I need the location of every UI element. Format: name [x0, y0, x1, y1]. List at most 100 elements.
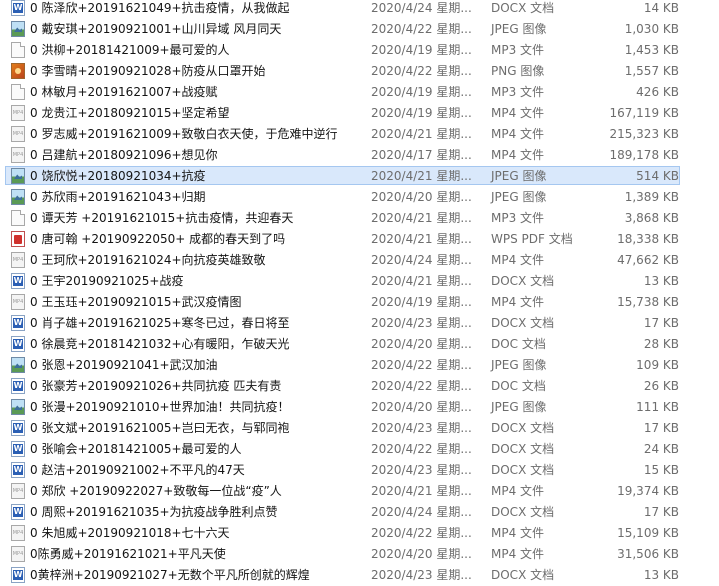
mp3-icon — [11, 210, 25, 226]
file-date-modified: 2020/4/23 星期... — [371, 316, 472, 330]
file-name: 0 苏欣雨+20191621043+归期 — [30, 190, 206, 204]
file-size: 19,374 KB — [617, 484, 679, 498]
file-date-modified: 2020/4/17 星期... — [371, 148, 472, 162]
file-size: 17 KB — [643, 316, 679, 330]
file-row[interactable]: 0陈勇威+20191621021+平凡天使 2020/4/20 星期... MP4 … — [0, 544, 719, 565]
file-size: 26 KB — [643, 379, 679, 393]
file-size: 514 KB — [636, 169, 679, 183]
jpeg-icon — [11, 399, 25, 415]
file-row[interactable]: 0 吕建航+20180921096+想见你 2020/4/17 星期... MP4 … — [0, 145, 719, 166]
file-name: 0 吕建航+20180921096+想见你 — [30, 148, 218, 162]
file-row[interactable]: 0 徐晨竞+20181421032+心有暖阳，乍破天光 2020/4/20 星期.… — [0, 334, 719, 355]
mp3-icon — [11, 42, 25, 58]
file-name: 0 洪柳+20181421009+最可爱的人 — [30, 43, 230, 57]
file-row[interactable]: 0 谭天芳 +20191621015+抗击疫情，共迎春天 2020/4/21 星期… — [0, 208, 719, 229]
file-row[interactable]: 0 王玉珏+20190921015+武汉疫情图 2020/4/19 星期... MP… — [0, 292, 719, 313]
file-size: 215,323 KB — [609, 127, 679, 141]
file-size: 1,453 KB — [624, 43, 679, 57]
file-name: 0 林敏月+20191621007+战疫赋 — [30, 85, 218, 99]
file-date-modified: 2020/4/22 星期... — [371, 358, 472, 372]
file-size: 15,738 KB — [617, 295, 679, 309]
file-row[interactable]: 0 林敏月+20191621007+战疫赋 2020/4/19 星期... MP3 … — [0, 82, 719, 103]
file-date-modified: 2020/4/23 星期... — [371, 421, 472, 435]
file-row[interactable]: 0 张恩+20190921041+武汉加油 2020/4/22 星期... JPEG… — [0, 355, 719, 376]
file-size: 111 KB — [636, 400, 679, 414]
mp4-icon — [11, 147, 25, 163]
file-type: DOCX 文档 — [491, 505, 555, 519]
file-size: 15,109 KB — [617, 526, 679, 540]
file-size: 13 KB — [643, 568, 679, 582]
file-size: 18,338 KB — [617, 232, 679, 246]
file-row[interactable]: 0 李雪晴+20190921028+防疫从口罩开始 2020/4/22 星期...… — [0, 61, 719, 82]
file-size: 17 KB — [643, 505, 679, 519]
file-row[interactable]: 0黄梓洲+20190921027+无数个平凡所创就的辉煌 2020/4/23 星期… — [0, 565, 719, 586]
file-name: 0 龙贵江+20180921015+坚定希望 — [30, 106, 230, 120]
file-name: 0 张豪芳+20190921026+共同抗疫 匹夫有责 — [30, 379, 282, 393]
docx-icon — [11, 462, 25, 478]
file-type: DOCX 文档 — [491, 442, 555, 456]
file-row[interactable]: 0 张豪芳+20190921026+共同抗疫 匹夫有责 2020/4/22 星期.… — [0, 376, 719, 397]
file-row[interactable]: 0 王珂欣+20191621024+向抗疫英雄致敬 2020/4/24 星期...… — [0, 250, 719, 271]
pdf-icon — [11, 231, 25, 247]
file-row[interactable]: 0 朱旭威+20190921018+七十六天 2020/4/22 星期... MP4… — [0, 523, 719, 544]
file-name: 0 王玉珏+20190921015+武汉疫情图 — [30, 295, 242, 309]
file-type: WPS PDF 文档 — [491, 232, 573, 246]
file-row[interactable]: 0 赵洁+20190921002+不平凡的47天 2020/4/23 星期... D… — [0, 460, 719, 481]
file-date-modified: 2020/4/23 星期... — [371, 568, 472, 582]
file-row[interactable]: 0 张文斌+20191621005+岂曰无衣，与郓同袍 2020/4/23 星期.… — [0, 418, 719, 439]
file-size: 28 KB — [643, 337, 679, 351]
file-row[interactable]: 0 陈泽欣+20191621049+抗击疫情，从我做起 2020/4/24 星期.… — [0, 0, 719, 19]
file-type: MP4 文件 — [491, 127, 545, 141]
file-row[interactable]: 0 饶欣悦+20180921034+抗疫 2020/4/21 星期... JPEG … — [0, 166, 719, 187]
file-name: 0 王珂欣+20191621024+向抗疫英雄致敬 — [30, 253, 266, 267]
file-row[interactable]: 0 张喻会+20181421005+最可爱的人 2020/4/22 星期... DO… — [0, 439, 719, 460]
file-size: 17 KB — [643, 421, 679, 435]
file-type: PNG 图像 — [491, 64, 545, 78]
file-row[interactable]: 0 罗志威+20191621009+致敬白衣天使，于危难中逆行 2020/4/21… — [0, 124, 719, 145]
file-type: DOCX 文档 — [491, 421, 555, 435]
file-name: 0 朱旭威+20190921018+七十六天 — [30, 526, 230, 540]
file-date-modified: 2020/4/22 星期... — [371, 442, 472, 456]
jpeg-icon — [11, 189, 25, 205]
file-type: DOCX 文档 — [491, 463, 555, 477]
file-type: MP3 文件 — [491, 85, 545, 99]
jpeg-icon — [11, 21, 25, 37]
file-name: 0 徐晨竞+20181421032+心有暖阳，乍破天光 — [30, 337, 290, 351]
jpeg-icon — [11, 168, 25, 184]
file-row[interactable]: 0 王宇20190921025+战疫 2020/4/21 星期... DOCX 文档… — [0, 271, 719, 292]
file-name: 0 饶欣悦+20180921034+抗疫 — [30, 169, 206, 183]
file-type: DOC 文档 — [491, 379, 546, 393]
file-name: 0 罗志威+20191621009+致敬白衣天使，于危难中逆行 — [30, 127, 338, 141]
file-name: 0黄梓洲+20190921027+无数个平凡所创就的辉煌 — [30, 568, 310, 582]
file-type: MP4 文件 — [491, 484, 545, 498]
file-row[interactable]: 0 周熙+20191621035+为抗疫战争胜利点赞 2020/4/24 星期..… — [0, 502, 719, 523]
file-date-modified: 2020/4/19 星期... — [371, 295, 472, 309]
file-name: 0 张恩+20190921041+武汉加油 — [30, 358, 218, 372]
file-type: JPEG 图像 — [491, 22, 547, 36]
file-row[interactable]: 0 洪柳+20181421009+最可爱的人 2020/4/19 星期... MP3… — [0, 40, 719, 61]
file-date-modified: 2020/4/24 星期... — [371, 253, 472, 267]
file-list: 0 陈泽欣+20191621049+抗击疫情，从我做起 2020/4/24 星期.… — [0, 0, 719, 585]
file-row[interactable]: 0 张漫+20190921010+世界加油！共同抗疫！ 2020/4/20 星期.… — [0, 397, 719, 418]
mp4-icon — [11, 546, 25, 562]
file-row[interactable]: 0 唐可翰 +20190922050+ 成都的春天到了吗 2020/4/21 星期… — [0, 229, 719, 250]
file-name: 0 周熙+20191621035+为抗疫战争胜利点赞 — [30, 505, 278, 519]
file-type: DOC 文档 — [491, 337, 546, 351]
file-size: 47,662 KB — [617, 253, 679, 267]
file-row[interactable]: 0 龙贵江+20180921015+坚定希望 2020/4/19 星期... MP4… — [0, 103, 719, 124]
mp4-icon — [11, 105, 25, 121]
file-row[interactable]: 0 苏欣雨+20191621043+归期 2020/4/20 星期... JPEG … — [0, 187, 719, 208]
file-size: 31,506 KB — [617, 547, 679, 561]
file-row[interactable]: 0 肖子雄+20191621025+寒冬已过，春日将至 2020/4/23 星期.… — [0, 313, 719, 334]
file-date-modified: 2020/4/24 星期... — [371, 505, 472, 519]
file-type: MP4 文件 — [491, 106, 545, 120]
file-name: 0 张文斌+20191621005+岂曰无衣，与郓同袍 — [30, 421, 290, 435]
file-row[interactable]: 0 郑欣 +20190922027+致敬每一位战“疫”人 2020/4/21 星期… — [0, 481, 719, 502]
file-name: 0 谭天芳 +20191621015+抗击疫情，共迎春天 — [30, 211, 294, 225]
mp4-icon — [11, 126, 25, 142]
file-row[interactable]: 0 戴安琪+20190921001+山川异域 风月同天 2020/4/22 星期.… — [0, 19, 719, 40]
file-date-modified: 2020/4/21 星期... — [371, 211, 472, 225]
file-size: 15 KB — [643, 463, 679, 477]
mp4-icon — [11, 525, 25, 541]
file-type: MP4 文件 — [491, 547, 545, 561]
